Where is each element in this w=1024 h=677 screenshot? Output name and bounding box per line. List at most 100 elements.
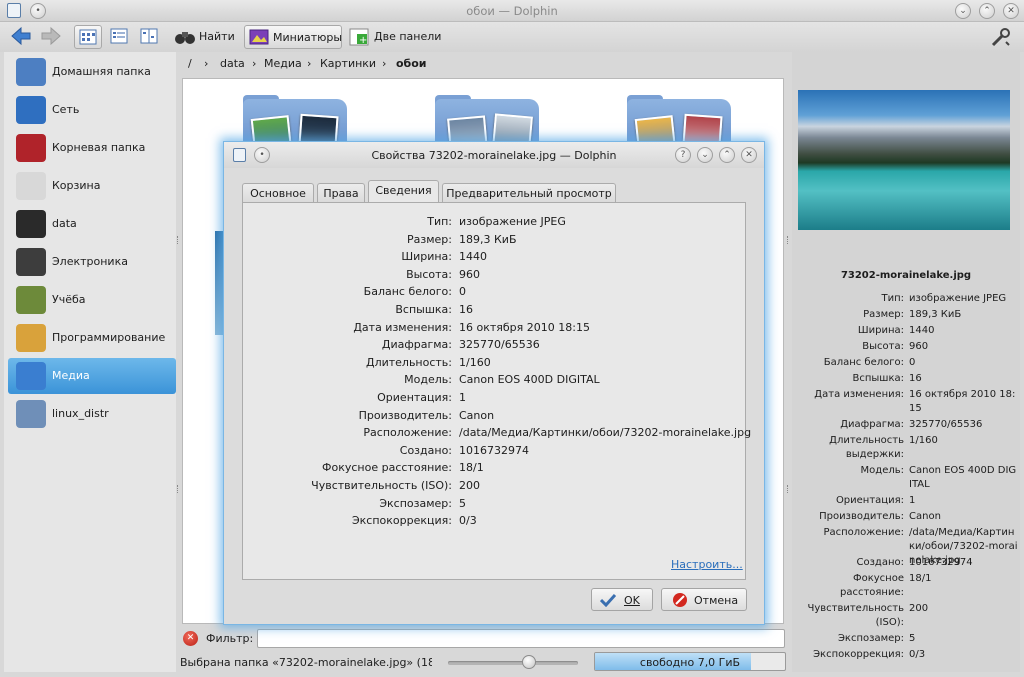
dialog-titlebar[interactable]: • Свойства 73202-morainelake.jpg — Dolph… bbox=[224, 142, 764, 168]
sidebar-item-label: Программирование bbox=[52, 331, 166, 344]
information-panel: 73202-morainelake.jpg Тип: изображение JP… bbox=[792, 52, 1020, 672]
breadcrumb-separator: › bbox=[382, 57, 387, 70]
hammer-icon bbox=[16, 324, 46, 352]
file-thumbnail[interactable] bbox=[215, 231, 223, 335]
splitter-handle[interactable] bbox=[787, 485, 789, 493]
information-tab-panel: Тип: изображение JPEG Размер: 189,3 КиБ Шири… bbox=[242, 202, 751, 580]
info-key: Ориентация: bbox=[835, 495, 904, 506]
settings-button[interactable] bbox=[986, 25, 1016, 49]
sidebar-item-9[interactable]: Медиа bbox=[8, 358, 176, 394]
split-view-button[interactable]: + Две панели bbox=[347, 25, 441, 49]
find-label: Найти bbox=[199, 30, 235, 43]
breadcrumb-item-data[interactable]: data bbox=[220, 57, 245, 70]
image-preview bbox=[798, 90, 1010, 230]
property-key: Модель: bbox=[404, 373, 452, 387]
info-value: 189,3 КиБ bbox=[909, 309, 962, 320]
preview-toggle-button[interactable]: Миниатюры bbox=[244, 25, 342, 49]
property-value: 1440 bbox=[459, 250, 487, 264]
property-value: 18/1 bbox=[459, 461, 484, 475]
sidebar-item-5[interactable]: data bbox=[8, 206, 176, 242]
sidebar-item-2[interactable]: Сеть bbox=[8, 92, 176, 128]
info-row: Дата изменения: 16 октября 2010 18:15 bbox=[792, 388, 1020, 416]
property-key: Производитель: bbox=[358, 408, 452, 422]
icons-view-button[interactable] bbox=[74, 25, 102, 49]
info-value: 200 bbox=[909, 603, 929, 614]
forward-button[interactable] bbox=[38, 25, 64, 49]
sidebar-item-8[interactable]: Программирование bbox=[8, 320, 176, 356]
info-row: Фокусное расстояние: 18/1 bbox=[792, 572, 1020, 600]
svg-text:+: + bbox=[359, 35, 367, 46]
info-key: Дата изменения: bbox=[814, 389, 904, 400]
preview-icon bbox=[249, 29, 269, 45]
tab-permissions[interactable]: Права bbox=[317, 183, 365, 203]
configure-link[interactable]: Настроить... bbox=[671, 558, 743, 571]
property-value: 960 bbox=[459, 267, 480, 281]
tab-general[interactable]: Основное bbox=[242, 183, 314, 203]
property-value: /data/Медиа/Картинки/обои/73202-morainel… bbox=[459, 426, 752, 440]
info-key: Размер: bbox=[863, 309, 904, 320]
help-button[interactable]: ? bbox=[675, 147, 691, 163]
network-icon bbox=[16, 96, 46, 124]
info-value: 1440 bbox=[909, 325, 935, 336]
splitter-handle[interactable] bbox=[177, 236, 179, 244]
tab-preview[interactable]: Предварительный просмотр bbox=[442, 183, 616, 203]
property-value: 1016732974 bbox=[459, 443, 529, 457]
close-button[interactable]: ✕ bbox=[1003, 3, 1019, 19]
close-filter-button[interactable]: ✕ bbox=[183, 631, 198, 646]
maximize-button[interactable]: ⌃ bbox=[979, 3, 995, 19]
find-button[interactable]: Найти bbox=[172, 25, 238, 49]
properties-dialog: • Свойства 73202-morainelake.jpg — Dolph… bbox=[223, 141, 765, 625]
tab-information[interactable]: Сведения bbox=[368, 180, 439, 203]
sidebar-item-7[interactable]: Учёба bbox=[8, 282, 176, 318]
breadcrumb-item-media[interactable]: Медиа bbox=[264, 57, 302, 70]
info-key: Баланс белого: bbox=[823, 357, 904, 368]
property-key: Диафрагма: bbox=[381, 338, 452, 352]
info-key: Создано: bbox=[856, 557, 905, 568]
info-value: Canon bbox=[909, 511, 941, 522]
ok-button[interactable]: OK bbox=[591, 588, 653, 611]
breadcrumb-current[interactable]: обои bbox=[396, 57, 427, 70]
binoculars-icon bbox=[175, 32, 195, 44]
sidebar-item-4[interactable]: Корзина bbox=[8, 168, 176, 204]
sidebar-item-1[interactable]: Домашняя папка bbox=[8, 54, 176, 90]
sidebar-item-10[interactable]: linux_distr bbox=[8, 396, 176, 432]
columns-view-button[interactable] bbox=[136, 25, 162, 49]
wrench-icon bbox=[991, 28, 1010, 47]
info-value: 5 bbox=[909, 633, 916, 644]
sidebar-item-label: Медиа bbox=[52, 369, 90, 382]
filter-input[interactable] bbox=[257, 629, 785, 648]
dialog-minimize-button[interactable]: ⌄ bbox=[697, 147, 713, 163]
dialog-close-button[interactable]: ✕ bbox=[741, 147, 757, 163]
property-key: Баланс белого: bbox=[363, 285, 452, 299]
zoom-slider[interactable] bbox=[448, 661, 578, 665]
minimize-button[interactable]: ⌄ bbox=[955, 3, 971, 19]
splitter-handle[interactable] bbox=[177, 485, 179, 493]
zoom-slider-handle[interactable] bbox=[521, 655, 536, 669]
chalkboard-icon bbox=[16, 286, 46, 314]
property-key: Длительность: bbox=[365, 355, 452, 369]
back-button[interactable] bbox=[8, 25, 34, 49]
cancel-button[interactable]: Отмена bbox=[661, 588, 747, 611]
property-value: 5 bbox=[459, 496, 466, 510]
details-view-button[interactable] bbox=[106, 25, 132, 49]
property-value: Canon bbox=[459, 408, 495, 422]
sidebar-item-3[interactable]: Корневая папка bbox=[8, 130, 176, 166]
info-row: Создано: 1016732974 bbox=[792, 556, 1020, 570]
info-key: Диафрагма: bbox=[840, 419, 904, 430]
property-value: 0 bbox=[459, 285, 466, 299]
info-key: Чувствительность (ISO): bbox=[807, 603, 904, 628]
info-value: 960 bbox=[909, 341, 929, 352]
media-icon bbox=[16, 362, 46, 390]
info-row: Чувствительность (ISO): 200 bbox=[792, 602, 1020, 630]
breadcrumb-item-pictures[interactable]: Картинки bbox=[320, 57, 376, 70]
breadcrumb-root[interactable]: / bbox=[188, 57, 192, 70]
property-value: 1/160 bbox=[459, 355, 491, 369]
arrow-left-icon bbox=[11, 26, 31, 46]
splitter-handle[interactable] bbox=[787, 236, 789, 244]
dialog-maximize-button[interactable]: ⌃ bbox=[719, 147, 735, 163]
info-file-name: 73202-morainelake.jpg bbox=[840, 270, 972, 281]
window-titlebar[interactable]: • обои — Dolphin ⌄ ⌃ ✕ bbox=[0, 0, 1024, 22]
info-value: 16 октября 2010 18:15 bbox=[909, 389, 1016, 414]
breadcrumb[interactable]: / › data › Медиа › Картинки › обои bbox=[182, 52, 786, 76]
sidebar-item-6[interactable]: Электроника bbox=[8, 244, 176, 280]
